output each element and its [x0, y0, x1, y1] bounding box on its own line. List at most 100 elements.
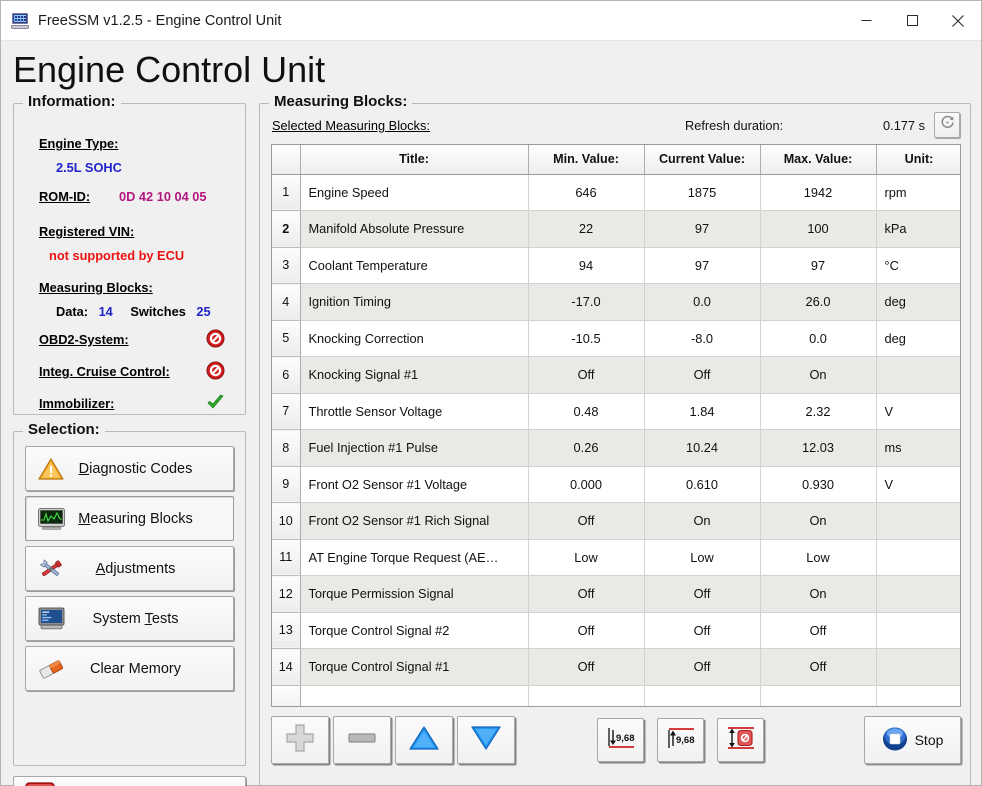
row-current-value-cell: Off	[644, 612, 760, 649]
row-title-cell: Knocking Signal #1	[300, 357, 528, 394]
app-icon	[11, 13, 29, 29]
column-header-title[interactable]: Title:	[300, 145, 528, 174]
table-row[interactable]: 3Coolant Temperature949797°C	[272, 247, 961, 284]
row-unit-cell: V	[876, 393, 961, 430]
close-button[interactable]	[935, 1, 981, 41]
triangle-up-icon	[408, 724, 440, 757]
system-tests-button[interactable]: System Tests	[25, 596, 234, 641]
row-min-value-cell: Off	[528, 576, 644, 613]
move-up-button[interactable]	[395, 716, 453, 764]
row-unit-cell: deg	[876, 320, 961, 357]
table-row[interactable]: 7Throttle Sensor Voltage0.481.842.32V	[272, 393, 961, 430]
row-index-cell: 2	[272, 211, 300, 248]
row-min-value-cell: 0.48	[528, 393, 644, 430]
row-max-value-cell: 100	[760, 211, 876, 248]
row-min-value-cell: Off	[528, 503, 644, 540]
column-header-min[interactable]: Min. Value:	[528, 145, 644, 174]
immobilizer-label: Immobilizer:	[39, 396, 114, 411]
row-unit-cell: rpm	[876, 174, 961, 211]
row-index-cell: 9	[272, 466, 300, 503]
reset-min-value-button[interactable]: 9,68	[597, 718, 644, 762]
row-max-value-cell: 97	[760, 247, 876, 284]
row-current-value-cell: 1875	[644, 174, 760, 211]
row-title-cell: Coolant Temperature	[300, 247, 528, 284]
measuring-blocks-group: Measuring Blocks: Selected Measuring Blo…	[259, 103, 971, 786]
power-icon	[20, 782, 60, 786]
table-row[interactable]: 8Fuel Injection #1 Pulse0.2610.2412.03ms	[272, 430, 961, 467]
diagnostic-codes-button[interactable]: Diagnostic Codes	[25, 446, 234, 491]
row-title-cell: Throttle Sensor Voltage	[300, 393, 528, 430]
row-min-value-cell: -10.5	[528, 320, 644, 357]
row-title-cell: Fuel Injection #1 Pulse	[300, 430, 528, 467]
rom-id-label: ROM-ID:	[39, 189, 90, 204]
maximize-button[interactable]	[889, 1, 935, 41]
table-row[interactable]: 6Knocking Signal #1OffOffOn	[272, 357, 961, 394]
row-max-value-cell: Low	[760, 539, 876, 576]
exit-control-unit-button[interactable]: Exit Control Unit	[13, 776, 246, 786]
row-min-value-cell: Off	[528, 649, 644, 686]
table-row[interactable]	[272, 685, 961, 707]
row-unit-cell: kPa	[876, 211, 961, 248]
column-header-max[interactable]: Max. Value:	[760, 145, 876, 174]
row-min-value-cell: Off	[528, 357, 644, 394]
row-unit-cell	[876, 503, 961, 540]
table-row[interactable]: 4Ignition Timing-17.00.026.0deg	[272, 284, 961, 321]
row-current-value-cell: Low	[644, 539, 760, 576]
column-header-current[interactable]: Current Value:	[644, 145, 760, 174]
row-current-value-cell	[644, 685, 760, 707]
data-count-value: 14	[99, 304, 113, 319]
app-window: FreeSSM v1.2.5 - Engine Control Unit Eng…	[0, 0, 982, 786]
column-header-unit[interactable]: Unit:	[876, 145, 961, 174]
row-title-cell: Ignition Timing	[300, 284, 528, 321]
row-current-value-cell: -8.0	[644, 320, 760, 357]
adjustments-button[interactable]: Adjustments	[25, 546, 234, 591]
reset-clock-icon	[940, 115, 955, 135]
row-title-cell: Torque Permission Signal	[300, 576, 528, 613]
stop-button[interactable]: Stop	[864, 716, 961, 764]
row-min-value-cell: 0.26	[528, 430, 644, 467]
table-row[interactable]: 12Torque Permission SignalOffOffOn	[272, 576, 961, 613]
table-row[interactable]: 5Knocking Correction-10.5-8.00.0deg	[272, 320, 961, 357]
reset-min-max-button[interactable]	[717, 718, 764, 762]
row-unit-cell	[876, 539, 961, 576]
reset-max-value-button[interactable]: 9,68	[657, 718, 704, 762]
minimize-button[interactable]	[843, 1, 889, 41]
table-row[interactable]: 2Manifold Absolute Pressure2297100kPa	[272, 211, 961, 248]
table-row[interactable]: 14Torque Control Signal #1OffOffOff	[272, 649, 961, 686]
remove-block-button[interactable]	[333, 716, 391, 764]
reset-max-value-icon: 9,68	[664, 723, 698, 758]
row-unit-cell	[876, 357, 961, 394]
measuring-blocks-button[interactable]: Measuring Blocks	[25, 496, 234, 541]
refresh-duration-reset-button[interactable]	[934, 112, 960, 138]
table-row[interactable]: 9Front O2 Sensor #1 Voltage0.0000.6100.9…	[272, 466, 961, 503]
row-title-cell: Torque Control Signal #1	[300, 649, 528, 686]
row-index-cell	[272, 685, 300, 707]
switches-count-label: Switches	[130, 304, 185, 319]
move-down-button[interactable]	[457, 716, 515, 764]
row-unit-cell	[876, 612, 961, 649]
measuring-blocks-table-container[interactable]: Title: Min. Value: Current Value: Max. V…	[271, 144, 961, 707]
measuring-blocks-table-body: 1Engine Speed64618751942rpm2Manifold Abs…	[272, 174, 961, 707]
table-row[interactable]: 13Torque Control Signal #2OffOffOff	[272, 612, 961, 649]
table-row[interactable]: 10Front O2 Sensor #1 Rich SignalOffOnOn	[272, 503, 961, 540]
table-row[interactable]: 1Engine Speed64618751942rpm	[272, 174, 961, 211]
clear-memory-button[interactable]: Clear Memory	[25, 646, 234, 691]
row-max-value-cell: 26.0	[760, 284, 876, 321]
row-unit-cell	[876, 576, 961, 613]
row-title-cell: AT Engine Torque Request (AE…	[300, 539, 528, 576]
row-unit-cell	[876, 649, 961, 686]
row-index-cell: 4	[272, 284, 300, 321]
oscilloscope-icon	[34, 508, 68, 530]
row-current-value-cell: Off	[644, 649, 760, 686]
row-unit-cell	[876, 685, 961, 707]
add-block-button[interactable]	[271, 716, 329, 764]
title-bar: FreeSSM v1.2.5 - Engine Control Unit	[1, 1, 981, 41]
row-min-value-cell: Off	[528, 612, 644, 649]
row-index-cell: 14	[272, 649, 300, 686]
clear-memory-label: Clear Memory	[68, 661, 233, 677]
table-row[interactable]: 11AT Engine Torque Request (AE…LowLowLow	[272, 539, 961, 576]
row-index-cell: 8	[272, 430, 300, 467]
obd2-system-label: OBD2-System:	[39, 332, 129, 347]
row-min-value-cell	[528, 685, 644, 707]
window-title: FreeSSM v1.2.5 - Engine Control Unit	[38, 13, 281, 29]
